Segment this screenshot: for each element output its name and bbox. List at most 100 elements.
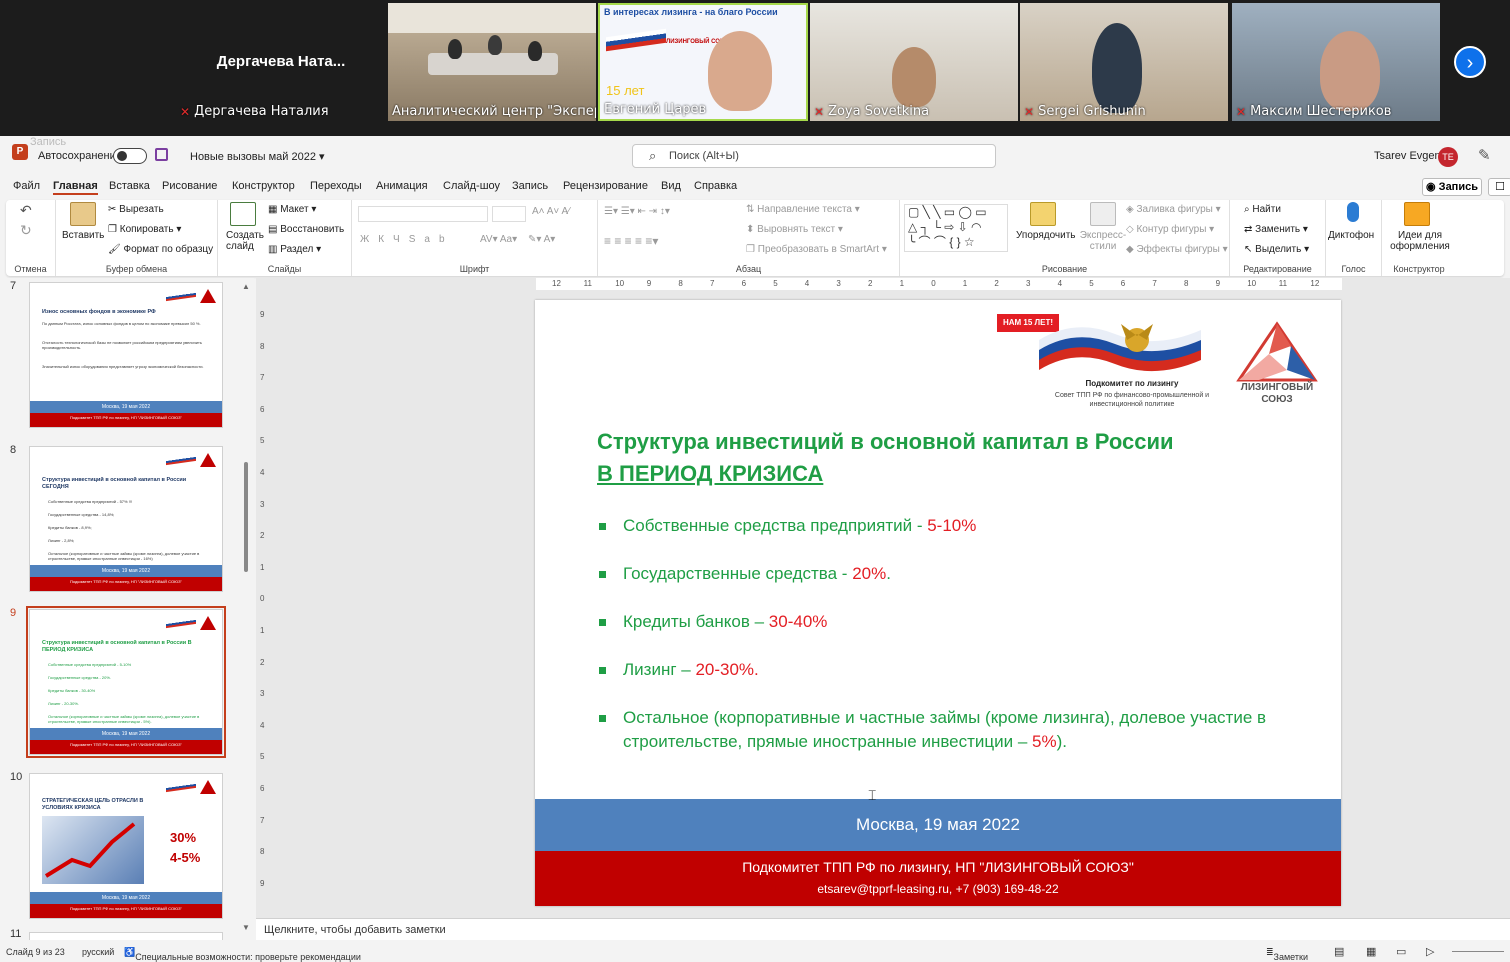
undo-icon[interactable]: ↶	[20, 202, 32, 219]
horizontal-ruler: 12 11 10 9 8 7 6 5 4 3 2 1 0 1 2 3 4 5 6 7 8 9 10 11 12	[536, 278, 1342, 290]
format-painter-button[interactable]: 🖌 Формат по образцу	[108, 244, 213, 255]
chevron-right-icon[interactable]: ›	[1454, 46, 1486, 78]
slide-title[interactable]: Структура инвестиций в основной капитал …	[597, 426, 1297, 490]
section-button[interactable]: ▥ Раздел ▾	[268, 244, 321, 255]
normal-view-icon[interactable]: ▤	[1334, 945, 1344, 958]
participant-tile-active-speaker[interactable]: В интересах лизинга - на благо России ЛИ…	[598, 3, 808, 121]
tab-record[interactable]: Запись	[512, 180, 548, 192]
save-icon[interactable]	[155, 148, 168, 161]
zoom-slider[interactable]	[1452, 951, 1504, 952]
ribbon-group-paragraph: ☰▾ ☰▾ ⇤ ⇥ ↕▾ ≡ ≡ ≡ ≡ ≡▾ ⇅ Направление те…	[598, 200, 900, 276]
arrange-icon[interactable]	[1030, 202, 1056, 226]
tab-help[interactable]: Справка	[694, 180, 737, 192]
tab-slideshow[interactable]: Слайд-шоу	[443, 180, 500, 192]
tab-transitions[interactable]: Переходы	[310, 180, 362, 192]
notes-input[interactable]: Щелкните, чтобы добавить заметки	[256, 918, 1510, 940]
accessibility-status[interactable]: ♿ Специальные возможности: проверьте рек…	[124, 947, 361, 962]
subcommittee-name: Подкомитет по лизингу	[1085, 379, 1179, 388]
shape-outline-button[interactable]: ◇ Контур фигуры ▾	[1126, 224, 1214, 235]
tab-animations[interactable]: Анимация	[376, 180, 428, 192]
slideshow-icon[interactable]: ▷	[1426, 945, 1434, 958]
shape-fill-button[interactable]: ◈ Заливка фигуры ▾	[1126, 204, 1221, 215]
slide-thumbnail[interactable]: Структура инвестиций в основной капитал …	[29, 446, 223, 592]
copy-button[interactable]: ❐ Копировать ▾	[108, 224, 181, 235]
tab-view[interactable]: Вид	[661, 180, 681, 192]
redo-icon[interactable]: ↻	[20, 222, 32, 239]
document-title[interactable]: Новые вызовы май 2022 ▾	[190, 150, 325, 163]
pen-icon[interactable]: ✎	[1478, 146, 1491, 164]
ruler-tick-label: 11	[583, 279, 592, 288]
cut-button[interactable]: ✂ Вырезать	[108, 204, 164, 215]
participant-tile[interactable]: ✕ Максим Шестериков	[1232, 3, 1440, 121]
scroll-up-icon[interactable]: ▲	[242, 282, 250, 291]
bullet-item[interactable]: Государственные средства - 20%.	[597, 562, 1297, 586]
quick-styles-button[interactable]: Экспресс-стили	[1076, 230, 1130, 252]
replace-button[interactable]: ⇄ Заменить ▾	[1244, 224, 1308, 235]
participant-tile[interactable]: ✕ Sergei Grishunin	[1020, 3, 1228, 121]
new-slide-button[interactable]: Создать слайд	[226, 230, 264, 252]
tab-draw[interactable]: Рисование	[162, 180, 217, 192]
search-input[interactable]: ⌕ Поиск (Alt+Ы)	[632, 144, 996, 168]
participant-tile[interactable]: ✕ Zoya Sovetkina	[810, 3, 1018, 121]
slide-thumbnail-selected[interactable]: Структура инвестиций в основной капитал …	[26, 606, 226, 758]
align-text-button[interactable]: ⬍ Выровнять текст ▾	[746, 224, 843, 235]
record-button[interactable]: ◉ Запись	[1422, 178, 1482, 196]
smartart-button[interactable]: ❐ Преобразовать в SmartArt ▾	[746, 244, 887, 255]
design-ideas-icon[interactable]	[1404, 202, 1430, 226]
notes-button[interactable]: ≣ Заметки	[1266, 947, 1308, 962]
char-spacing-icon[interactable]: AV▾ Aa▾	[480, 234, 517, 245]
avatar[interactable]: TE	[1438, 147, 1458, 167]
slide-thumbnail[interactable]: СТРАТЕГИЧЕСКАЯ ЦЕЛЬ ОТРАСЛИ В УСЛОВИЯХ К…	[29, 773, 223, 919]
select-button[interactable]: ↖ Выделить ▾	[1244, 244, 1309, 255]
font-style-buttons[interactable]: ЖКЧSab	[360, 234, 454, 245]
scrollbar-thumb[interactable]	[244, 462, 248, 572]
slide-thumbnail[interactable]: Износ основных фондов в экономике РФ По …	[29, 282, 223, 428]
thumbnail-scrollbar[interactable]: ▲ ▼	[242, 282, 250, 932]
search-icon: ⌕	[649, 148, 657, 163]
shapes-gallery[interactable]: ▢ ╲ ╲ ▭ ◯ ▭ △ ┐ └ ⇨ ⇩ ◠ ╰ ⌒ ⌒ { } ☆	[904, 204, 1008, 252]
language-indicator[interactable]: русский	[82, 947, 114, 957]
new-slide-icon[interactable]	[230, 202, 256, 226]
font-color-icon[interactable]: ✎▾ A▾	[528, 234, 555, 245]
font-name-select[interactable]	[358, 206, 488, 222]
layout-button[interactable]: ▦ Макет ▾	[268, 204, 316, 215]
paste-button[interactable]: Вставить	[62, 230, 104, 241]
slide-canvas[interactable]: НАМ 15 ЛЕТ! Подкомитет по лизингу Совет …	[535, 300, 1341, 906]
participant-tile[interactable]: Дергачева Ната... ✕ Дергачева Наталия	[176, 3, 386, 121]
tab-file[interactable]: Файл	[13, 180, 40, 192]
user-name[interactable]: Tsarev Evgeny	[1374, 150, 1446, 162]
comment-icon[interactable]: ☐	[1488, 178, 1510, 196]
paste-icon[interactable]	[70, 202, 96, 226]
shape-effects-button[interactable]: ◆ Эффекты фигуры ▾	[1126, 244, 1228, 255]
dictate-button[interactable]: Диктофон	[1328, 230, 1374, 241]
bullet-item[interactable]: Остальное (корпоративные и частные займы…	[597, 706, 1297, 754]
bullet-marker-icon	[599, 619, 606, 626]
design-ideas-button[interactable]: Идеи для оформления	[1388, 230, 1452, 252]
reading-view-icon[interactable]: ▭	[1396, 945, 1406, 958]
text-direction-button[interactable]: ⇅ Направление текста ▾	[746, 204, 860, 215]
ruler-tick-label: 6	[1120, 279, 1126, 288]
find-button[interactable]: ⌕ Найти	[1244, 204, 1281, 215]
arrange-button[interactable]: Упорядочить	[1016, 230, 1076, 241]
thumbnail-figure-1: 30%	[170, 830, 197, 845]
thumbnail-title: Структура инвестиций в основной капитал …	[42, 477, 187, 490]
slide-thumbnail[interactable]	[29, 932, 223, 940]
quick-styles-icon[interactable]	[1090, 202, 1116, 226]
slide-sorter-icon[interactable]: ▦	[1366, 945, 1376, 958]
scroll-down-icon[interactable]: ▼	[242, 923, 250, 932]
bullet-item[interactable]: Собственные средства предприятий - 5-10%	[597, 514, 1297, 538]
font-size-select[interactable]	[492, 206, 526, 222]
reset-button[interactable]: ▤ Восстановить	[268, 224, 344, 235]
tab-home[interactable]: Главная	[53, 180, 98, 195]
tab-insert[interactable]: Вставка	[109, 180, 150, 192]
bullet-item[interactable]: Лизинг – 20-30%.	[597, 658, 1297, 682]
tab-design[interactable]: Конструктор	[232, 180, 295, 192]
font-size-increase-icon[interactable]: A˄ A˅ A∕	[532, 206, 570, 217]
bullet-item[interactable]: Кредиты банков – 30-40%	[597, 610, 1297, 634]
participant-tile[interactable]: Аналитический центр "Эксперт"	[388, 3, 596, 121]
list-icons[interactable]: ☰▾ ☰▾ ⇤ ⇥ ↕▾	[604, 206, 670, 217]
autosave-toggle[interactable]	[113, 148, 147, 164]
align-icons[interactable]: ≡ ≡ ≡ ≡ ≡▾	[604, 234, 658, 248]
microphone-icon[interactable]	[1347, 202, 1359, 222]
tab-review[interactable]: Рецензирование	[563, 180, 648, 192]
